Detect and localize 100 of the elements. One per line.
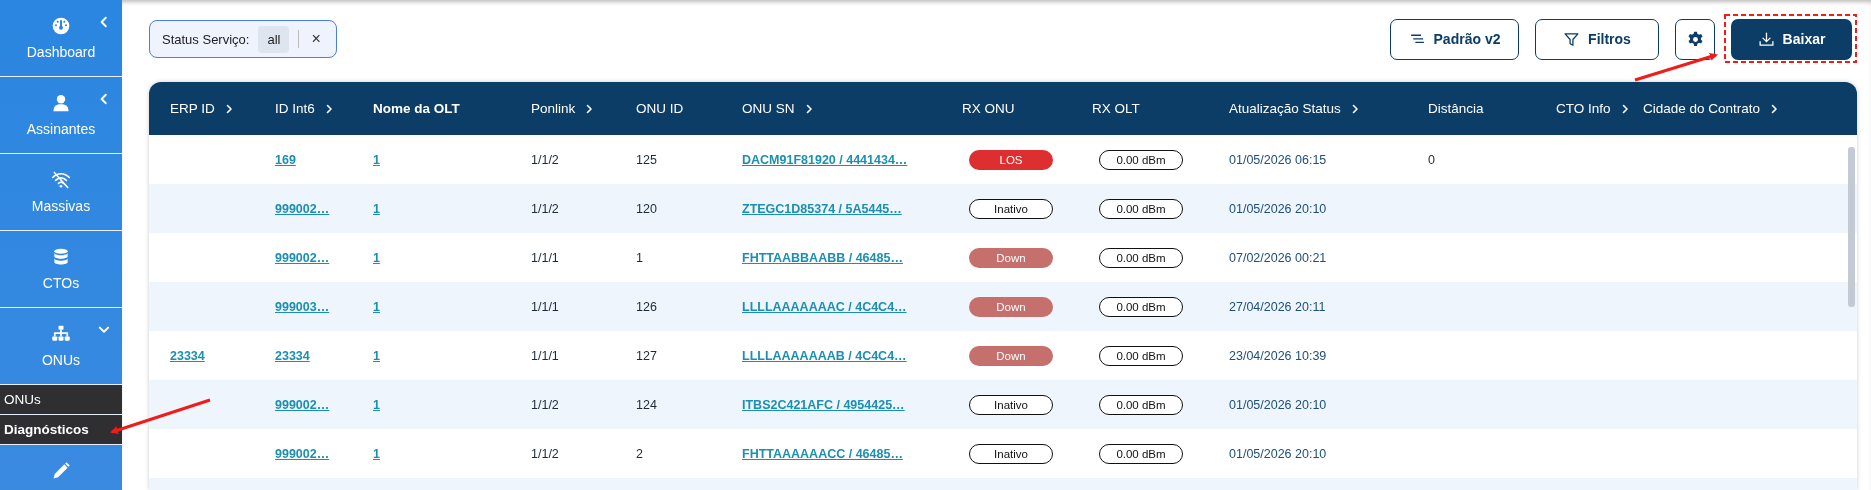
- settings-button[interactable]: [1675, 18, 1715, 60]
- table-cell: 125: [636, 152, 657, 167]
- table-cell: 1/1/1: [531, 348, 559, 363]
- dashboard-gauge-icon: [51, 16, 71, 36]
- table-cell: 1/1/1: [531, 250, 559, 265]
- table-cell: 127: [636, 348, 657, 363]
- table-cell: 0: [1428, 152, 1435, 167]
- table-link[interactable]: 1: [373, 152, 380, 167]
- column-header[interactable]: Cidade do Contrato: [1643, 101, 1780, 116]
- table-link[interactable]: 1: [373, 397, 380, 412]
- column-header[interactable]: CTO Info: [1556, 101, 1630, 116]
- table-link[interactable]: LLLLAAAAAAAC / 4C4C4…: [742, 299, 907, 314]
- column-header[interactable]: Atualização Status: [1229, 101, 1360, 116]
- scrollbar-thumb[interactable]: [1848, 147, 1855, 307]
- table-link[interactable]: LLLLAAAAAAAB / 4C4C4…: [742, 348, 907, 363]
- status-badge: Down: [969, 247, 1053, 268]
- database-icon: [51, 247, 71, 267]
- wifi-off-icon: [51, 170, 71, 190]
- sidebar-label: ONUs: [41, 352, 81, 368]
- table-cell: 124: [636, 397, 657, 412]
- table-link[interactable]: 169: [275, 152, 296, 167]
- remove-filter-button[interactable]: ×: [308, 30, 324, 48]
- table-cell: 01/05/2026 20:10: [1229, 201, 1327, 216]
- table-cell: 27/04/2026 20:11: [1229, 299, 1326, 314]
- table-cell: 1/1/2: [531, 446, 559, 461]
- table-link[interactable]: 999002…: [275, 397, 330, 412]
- download-icon: [1757, 30, 1775, 48]
- table-cell: 1/1/2: [531, 201, 559, 216]
- user-icon: [51, 93, 71, 113]
- table-cell: 1/1/2: [531, 152, 559, 167]
- column-header[interactable]: RX OLT: [1092, 101, 1140, 116]
- table-link[interactable]: 999002…: [275, 250, 330, 265]
- table-cell: 1/1/2: [531, 397, 559, 412]
- chevron-left-icon: [98, 16, 110, 28]
- table-link[interactable]: 1: [373, 446, 380, 461]
- table-link[interactable]: 1: [373, 348, 380, 363]
- signal-pill: 0.00 dBm: [1099, 345, 1183, 366]
- column-header[interactable]: ERP ID: [170, 101, 234, 116]
- table-link[interactable]: 23334: [170, 348, 205, 363]
- status-badge: Inativo: [969, 198, 1053, 219]
- sitemap-icon: [51, 324, 71, 344]
- column-header[interactable]: ONU ID: [636, 101, 684, 116]
- chevron-right-icon: [1769, 103, 1780, 114]
- table-link[interactable]: FHTTAABBAABB / 46485…: [742, 250, 903, 265]
- sidebar-item[interactable]: Assinantes: [0, 77, 122, 154]
- table-link[interactable]: 23334: [275, 348, 310, 363]
- status-badge: Down: [969, 345, 1053, 366]
- sidebar-label: CTOs: [42, 275, 80, 291]
- table-link[interactable]: DACM91F81920 / 4441434…: [742, 152, 908, 167]
- column-header[interactable]: ONU SN: [742, 101, 814, 116]
- table-cell: 01/05/2026 20:10: [1229, 446, 1327, 461]
- sidebar-label: Massivas: [31, 198, 91, 214]
- table-cell: 07/02/2026 00:21: [1229, 250, 1327, 265]
- submenu-item[interactable]: Diagnósticos: [0, 415, 122, 445]
- table-link[interactable]: 1: [373, 299, 380, 314]
- table-cell: 01/05/2026 06:15: [1229, 152, 1327, 167]
- table-cell: 01/05/2026 20:10: [1229, 397, 1327, 412]
- chevron-left-icon: [98, 93, 110, 105]
- sidebar-label: Dashboard: [26, 44, 96, 60]
- submenu-item[interactable]: ONUs: [0, 385, 122, 415]
- signal-pill: 0.00 dBm: [1099, 247, 1183, 268]
- filter-value: all: [258, 25, 290, 53]
- download-button[interactable]: Baixar: [1731, 18, 1852, 60]
- column-header[interactable]: RX ONU: [962, 101, 1015, 116]
- toolbar-button[interactable]: Filtros: [1535, 18, 1659, 60]
- column-header[interactable]: ID Int6: [275, 101, 334, 116]
- signal-pill: 0.00 dBm: [1099, 296, 1183, 317]
- sidebar-item[interactable]: CTOs: [0, 231, 122, 308]
- table-link[interactable]: ZTEGC1D85374 / 5A5445…: [742, 201, 902, 216]
- signal-pill: 0.00 dBm: [1099, 198, 1183, 219]
- settings-icon: [1686, 30, 1704, 48]
- table-link[interactable]: 999002…: [275, 446, 330, 461]
- table-link[interactable]: 999003…: [275, 299, 330, 314]
- table-link[interactable]: ITBS2C421AFC / 4954425…: [742, 397, 905, 412]
- table-link[interactable]: 999002…: [275, 201, 330, 216]
- column-header[interactable]: Ponlink: [531, 101, 595, 116]
- column-header[interactable]: Distância: [1428, 101, 1484, 116]
- column-header[interactable]: Nome da OLT: [373, 101, 460, 116]
- status-badge: Inativo: [969, 394, 1053, 415]
- table-link[interactable]: 1: [373, 250, 380, 265]
- signal-pill: 0.00 dBm: [1099, 394, 1183, 415]
- signal-pill: 0.00 dBm: [1099, 443, 1183, 464]
- chevron-right-icon: [584, 103, 595, 114]
- table-cell: 1/1/1: [531, 299, 559, 314]
- status-badge: Down: [969, 296, 1053, 317]
- sidebar-item[interactable]: Massivas: [0, 154, 122, 231]
- pencil-icon: [51, 461, 71, 481]
- table-cell: 120: [636, 201, 657, 216]
- sidebar-label: Assinantes: [26, 121, 96, 137]
- filter-label: Status Serviço:: [162, 31, 250, 47]
- table-link[interactable]: FHTTAAAAAACC / 46485…: [742, 446, 903, 461]
- chevron-down-icon: [98, 324, 110, 336]
- table-cell: 1: [636, 250, 643, 265]
- toolbar-button[interactable]: Padrão v2: [1390, 18, 1519, 60]
- table-cell: 2: [636, 446, 643, 461]
- table-cell: 23/04/2026 10:39: [1229, 348, 1327, 363]
- table-link[interactable]: 1: [373, 201, 380, 216]
- sidebar-item[interactable]: Dashboard: [0, 0, 122, 77]
- signal-pill: 0.00 dBm: [1099, 149, 1183, 170]
- table-cell: 126: [636, 299, 657, 314]
